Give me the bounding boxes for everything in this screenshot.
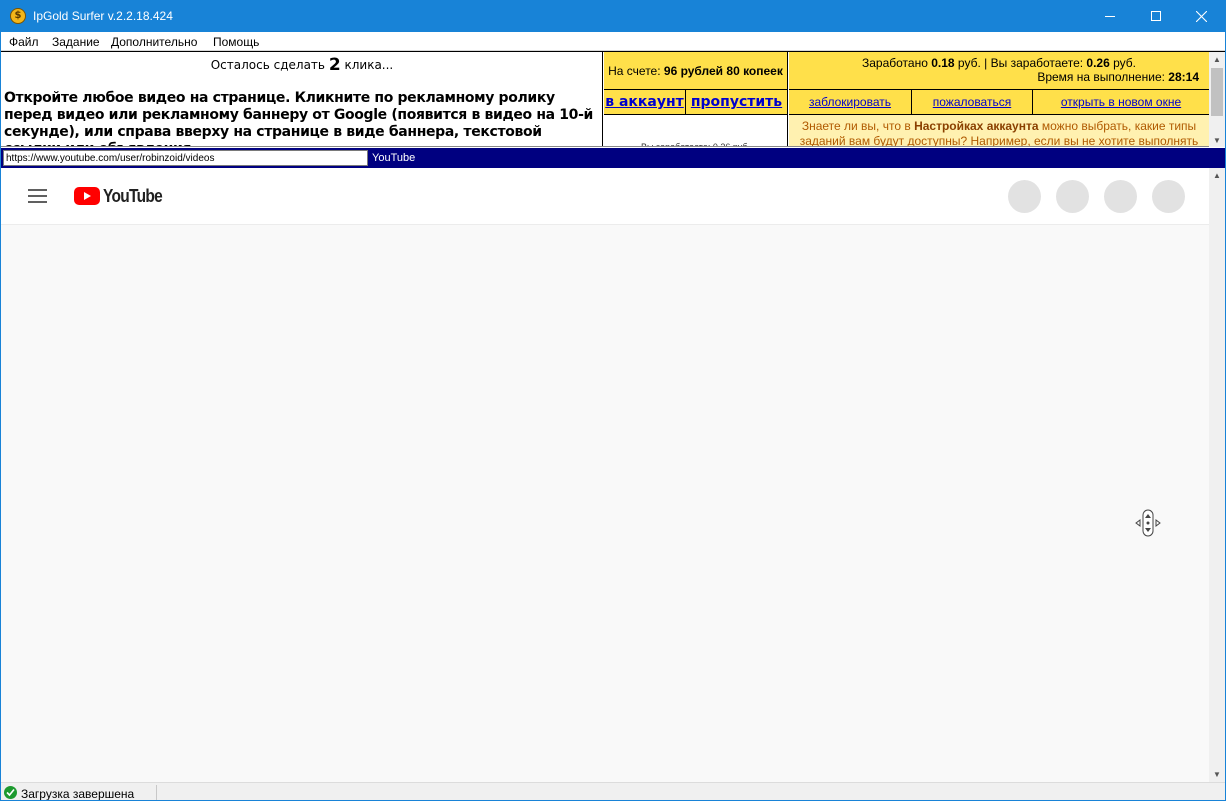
will-earn-unit: руб.: [1113, 56, 1137, 70]
scroll-up-icon[interactable]: ▲: [1213, 171, 1221, 180]
title-bar[interactable]: $ IpGold Surfer v.2.2.18.424: [1, 1, 1225, 32]
menu-task[interactable]: Задание: [52, 35, 100, 49]
youtube-header: YouTube: [1, 168, 1209, 225]
menu-help[interactable]: Помощь: [213, 35, 259, 49]
status-divider: [156, 785, 157, 800]
page-title: YouTube: [372, 152, 416, 164]
ipgold-coin-icon: $: [10, 8, 26, 24]
time-remaining-line: Время на выполнение: 28:14: [1037, 70, 1199, 84]
tip-settings-highlight: Настройках аккаунта: [914, 119, 1039, 133]
report-cell: пожаловаться: [912, 90, 1033, 115]
block-link[interactable]: заблокировать: [809, 95, 891, 109]
clicks-remaining-suffix: клика...: [344, 58, 394, 72]
hamburger-menu-icon[interactable]: [28, 189, 47, 203]
url-input[interactable]: [3, 150, 368, 166]
minimize-button[interactable]: [1087, 1, 1133, 32]
skip-task-link[interactable]: пропустить: [691, 94, 782, 110]
scroll-down-icon[interactable]: ▼: [1213, 136, 1221, 145]
open-new-window-cell: открыть в новом окне: [1033, 90, 1209, 115]
status-bar: Загрузка завершена: [1, 782, 1225, 801]
close-icon: [1196, 11, 1207, 22]
earned-small-note: Вы заработаете: 0.26 руб.: [604, 115, 788, 146]
will-earn-value: 0.26: [1086, 56, 1110, 70]
checkmark-icon: [4, 786, 17, 799]
browser-viewport[interactable]: YouTube ▲ ▼: [1, 168, 1225, 782]
header-placeholder-circle[interactable]: [1104, 180, 1137, 213]
tip-cell: Знаете ли вы, что в Настройках аккаунта …: [789, 115, 1209, 146]
panel-scrollbar[interactable]: ▲ ▼: [1209, 51, 1225, 147]
will-earn-label: Вы заработаете:: [990, 56, 1084, 70]
menu-file[interactable]: Файл: [9, 35, 39, 49]
autoscroll-anchor-icon: [1135, 509, 1161, 537]
scroll-down-icon[interactable]: ▼: [1213, 770, 1221, 779]
clicks-remaining-count: 2: [328, 55, 341, 75]
app-window: $ IpGold Surfer v.2.2.18.424 Файл Задани…: [0, 0, 1226, 801]
header-placeholder-circle[interactable]: [1152, 180, 1185, 213]
address-bar: YouTube: [1, 148, 1225, 168]
earned-unit: руб.: [957, 56, 981, 70]
youtube-play-icon: [74, 187, 100, 205]
report-link[interactable]: пожаловаться: [933, 95, 1011, 109]
status-text: Загрузка завершена: [21, 787, 135, 801]
menu-additional[interactable]: Дополнительно: [111, 35, 197, 49]
balance-label: На счете:: [608, 64, 661, 78]
skip-cell: пропустить: [686, 90, 788, 115]
close-button[interactable]: [1179, 1, 1225, 32]
clicks-remaining-prefix: Осталось сделать: [210, 58, 325, 72]
open-new-window-link[interactable]: открыть в новом окне: [1061, 95, 1181, 109]
minimize-icon: [1105, 16, 1115, 17]
to-account-link[interactable]: в аккаунт: [605, 94, 684, 110]
youtube-logo[interactable]: YouTube: [74, 186, 164, 208]
earned-value: 0.18: [931, 56, 955, 70]
earnings-line: Заработано 0.18 руб. | Вы заработаете: 0…: [789, 56, 1209, 70]
earned-label: Заработано: [861, 56, 928, 70]
maximize-icon: [1151, 11, 1161, 21]
block-cell: заблокировать: [789, 90, 912, 115]
header-placeholder-circle[interactable]: [1056, 180, 1089, 213]
menu-bar: Файл Задание Дополнительно Помощь: [1, 32, 1225, 51]
header-placeholder-circle[interactable]: [1008, 180, 1041, 213]
panel-scroll-thumb[interactable]: [1211, 68, 1223, 116]
maximize-button[interactable]: [1133, 1, 1179, 32]
account-cell: в аккаунт: [604, 90, 686, 115]
earnings-separator: |: [984, 56, 988, 70]
browser-scrollbar[interactable]: ▲ ▼: [1209, 168, 1225, 782]
time-label: Время на выполнение:: [1037, 70, 1165, 84]
time-value: 28:14: [1168, 70, 1199, 84]
earnings-cell: Заработано 0.18 руб. | Вы заработаете: 0…: [789, 52, 1209, 90]
task-cell: Осталось сделать 2 клика... Откройте люб…: [1, 52, 603, 146]
youtube-logo-text: YouTube: [103, 186, 163, 206]
scroll-up-icon[interactable]: ▲: [1213, 55, 1221, 64]
window-title: IpGold Surfer v.2.2.18.424: [33, 9, 173, 23]
task-info-panel: Осталось сделать 2 клика... Откройте люб…: [1, 51, 1209, 147]
balance-cell: На счете: 96 рублей 80 копеек: [604, 52, 788, 90]
task-instruction: Откройте любое видео на странице. Кликни…: [4, 90, 593, 146]
clicks-remaining: Осталось сделать 2 клика...: [1, 55, 603, 75]
balance-value: 96 рублей 80 копеек: [663, 64, 783, 78]
tip-prefix: Знаете ли вы, что в: [801, 119, 911, 133]
